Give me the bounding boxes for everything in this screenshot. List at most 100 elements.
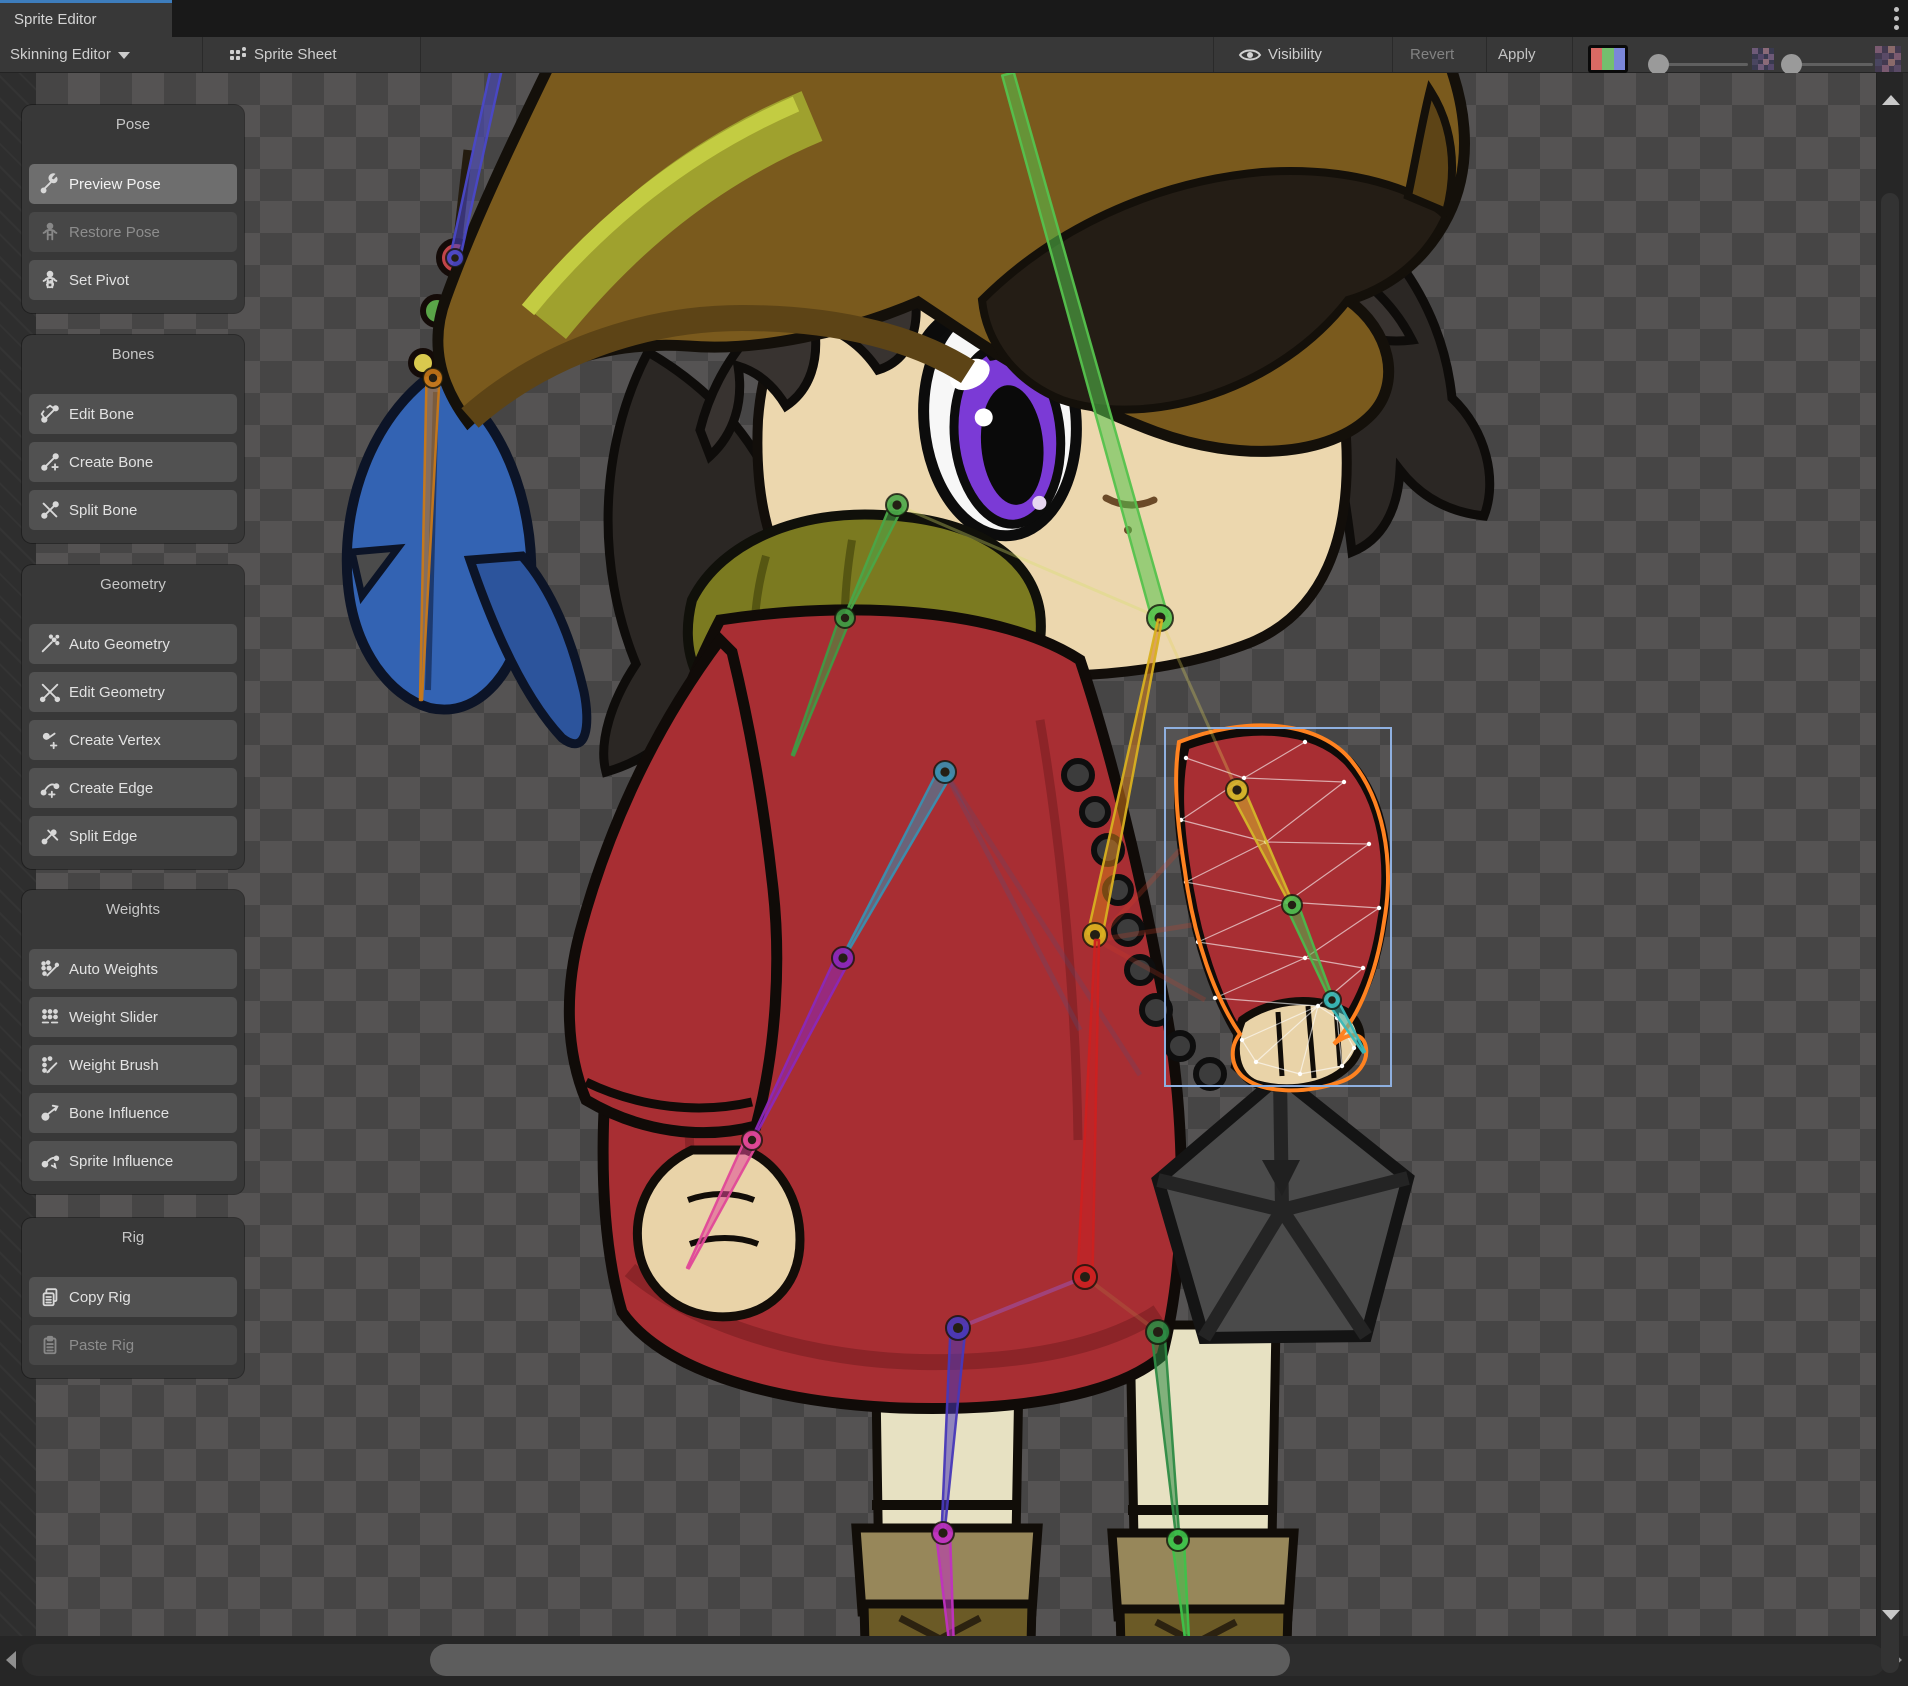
scroll-up-arrow-icon[interactable]: [1882, 95, 1900, 105]
sprite-sheet-button[interactable]: Sprite Sheet: [228, 37, 337, 72]
weight-brush-icon: [38, 1053, 62, 1077]
sprite-sheet-label: Sprite Sheet: [254, 46, 337, 63]
toolbar-separator: [1572, 37, 1573, 72]
bone-influence-button[interactable]: Bone Influence: [29, 1093, 237, 1133]
visibility-button[interactable]: Visibility: [1238, 37, 1322, 72]
edit-bone-icon: [38, 402, 62, 426]
chevron-down-icon: [118, 52, 130, 59]
button-label: Create Edge: [69, 780, 153, 797]
bone-influence-icon: [38, 1101, 62, 1125]
restore-pose-button: Restore Pose: [29, 212, 237, 252]
button-label: Restore Pose: [69, 224, 160, 241]
scroll-left-arrow-icon[interactable]: [6, 1651, 16, 1669]
auto-weights-button[interactable]: Auto Weights: [29, 949, 237, 989]
vertical-scrollbar-thumb[interactable]: [1881, 193, 1899, 1673]
bone-opacity-slider-knob[interactable]: [1648, 54, 1669, 75]
button-label: Paste Rig: [69, 1337, 134, 1354]
revert-label: Revert: [1410, 46, 1454, 63]
toolbar-separator: [1486, 37, 1487, 72]
paste-rig-icon: [38, 1333, 62, 1357]
paste-rig-button: Paste Rig: [29, 1325, 237, 1365]
restore-pose-icon: [38, 220, 62, 244]
panel-geometry-title: Geometry: [22, 565, 244, 593]
panel-geometry: Geometry Auto Geometry Edit Geometry Create…: [22, 565, 244, 869]
toolbar-separator: [420, 37, 421, 72]
button-label: Bone Influence: [69, 1105, 169, 1122]
left-hand: [637, 1150, 800, 1317]
sprite-sheet-icon: [228, 45, 248, 65]
button-label: Copy Rig: [69, 1289, 131, 1306]
create-bone-button[interactable]: Create Bone: [29, 442, 237, 482]
mesh-opacity-slider-track[interactable]: [1793, 63, 1873, 66]
sprite-influence-icon: [38, 1149, 62, 1173]
panel-weights: Weights Auto Weights Weight Slider Weight B…: [22, 890, 244, 1194]
apply-button[interactable]: Apply: [1498, 37, 1536, 72]
weight-brush-button[interactable]: Weight Brush: [29, 1045, 237, 1085]
skinning-canvas[interactable]: [0, 73, 1908, 1636]
window-menu-icon[interactable]: [1894, 7, 1899, 30]
scroll-down-arrow-icon[interactable]: [1882, 1610, 1900, 1620]
create-edge-icon: [38, 776, 62, 800]
preview-pose-button[interactable]: Preview Pose: [29, 164, 237, 204]
weight-slider-button[interactable]: Weight Slider: [29, 997, 237, 1037]
visibility-label: Visibility: [1268, 46, 1322, 63]
bone-opacity-texture-icon: [1752, 48, 1774, 70]
sprite-editor-window: Sprite Editor Skinning Editor Sprite She…: [0, 0, 1908, 1686]
button-label: Sprite Influence: [69, 1153, 173, 1170]
create-edge-button[interactable]: Create Edge: [29, 768, 237, 808]
toolbar-separator: [1392, 37, 1393, 72]
edit-geometry-icon: [38, 680, 62, 704]
mesh-opacity-slider-knob[interactable]: [1781, 54, 1802, 75]
skinning-editor-label: Skinning Editor: [10, 46, 111, 63]
auto-geometry-button[interactable]: Auto Geometry: [29, 624, 237, 664]
panel-bones-title: Bones: [22, 335, 244, 363]
edit-bone-button[interactable]: Edit Bone: [29, 394, 237, 434]
button-label: Edit Bone: [69, 406, 134, 423]
button-label: Auto Geometry: [69, 636, 170, 653]
panel-pose-title: Pose: [22, 105, 244, 133]
toolbar-separator: [202, 37, 203, 72]
create-vertex-button[interactable]: Create Vertex: [29, 720, 237, 760]
split-bone-button[interactable]: Split Bone: [29, 490, 237, 530]
horizontal-scrollbar[interactable]: [0, 1636, 1908, 1686]
vertical-scrollbar[interactable]: [1876, 73, 1903, 1636]
revert-button[interactable]: Revert: [1410, 37, 1454, 72]
tab-sprite-editor-label: Sprite Editor: [14, 11, 97, 28]
tab-sprite-editor[interactable]: Sprite Editor: [0, 0, 172, 37]
sprite-influence-button[interactable]: Sprite Influence: [29, 1141, 237, 1181]
edit-geometry-button[interactable]: Edit Geometry: [29, 672, 237, 712]
create-vertex-icon: [38, 728, 62, 752]
split-bone-icon: [38, 498, 62, 522]
panel-rig-title: Rig: [22, 1218, 244, 1246]
eye-icon: [1238, 46, 1262, 64]
panel-weights-title: Weights: [22, 890, 244, 918]
set-pivot-icon: [38, 268, 62, 292]
sprite-and-rig: [0, 73, 1908, 1636]
copy-rig-button[interactable]: Copy Rig: [29, 1277, 237, 1317]
button-label: Split Edge: [69, 828, 137, 845]
copy-rig-icon: [38, 1285, 62, 1309]
skinning-editor-dropdown[interactable]: Skinning Editor: [10, 37, 130, 72]
button-label: Create Bone: [69, 454, 153, 471]
auto-geometry-icon: [38, 632, 62, 656]
tab-bar: Sprite Editor: [0, 0, 1908, 37]
button-label: Create Vertex: [69, 732, 161, 749]
split-edge-button[interactable]: Split Edge: [29, 816, 237, 856]
toolbar-separator: [1213, 37, 1214, 72]
panel-pose: Pose Preview Pose Restore Pose Set Pivot: [22, 105, 244, 313]
button-label: Weight Brush: [69, 1057, 159, 1074]
button-label: Weight Slider: [69, 1009, 158, 1026]
color-channel-swatch[interactable]: [1588, 45, 1628, 73]
horizontal-scrollbar-thumb[interactable]: [430, 1644, 1290, 1676]
button-label: Set Pivot: [69, 272, 129, 289]
create-bone-icon: [38, 450, 62, 474]
toolbar: Skinning Editor Sprite Sheet Visibility …: [0, 37, 1908, 73]
auto-weights-icon: [38, 957, 62, 981]
split-edge-icon: [38, 824, 62, 848]
apply-label: Apply: [1498, 46, 1536, 63]
preview-pose-icon: [38, 172, 62, 196]
character-sprite: [347, 73, 1490, 1636]
set-pivot-button[interactable]: Set Pivot: [29, 260, 237, 300]
button-label: Edit Geometry: [69, 684, 165, 701]
button-label: Preview Pose: [69, 176, 161, 193]
